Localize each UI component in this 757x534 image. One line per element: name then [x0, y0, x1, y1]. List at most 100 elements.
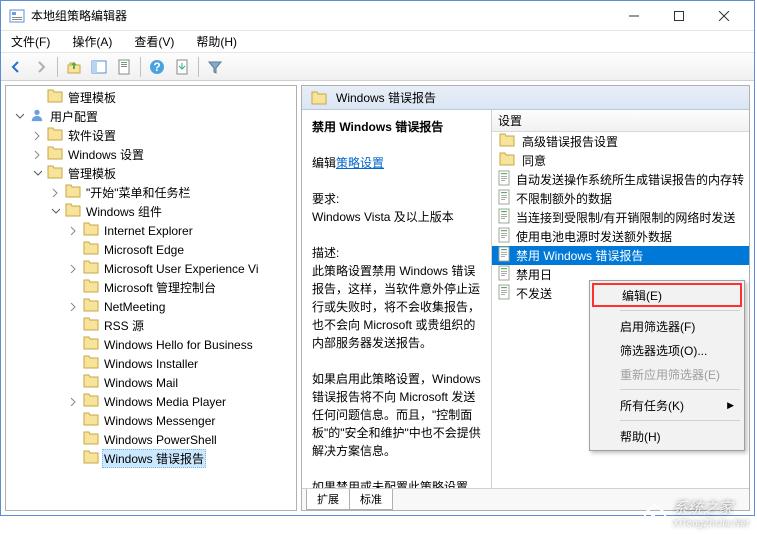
- tree-node-label: Windows Hello for Business: [102, 338, 255, 352]
- expander-icon[interactable]: [12, 110, 26, 124]
- menu-file[interactable]: 文件(F): [7, 31, 54, 52]
- context-menu-item[interactable]: 编辑(E): [592, 283, 742, 307]
- app-icon: [9, 8, 25, 24]
- description-p2: 如果启用此策略设置，Windows 错误报告将不向 Microsoft 发送任何…: [312, 372, 481, 458]
- context-menu-item[interactable]: 重新应用筛选器(E): [592, 362, 742, 386]
- tree-panel[interactable]: 管理模板用户配置软件设置Windows 设置管理模板"开始"菜单和任务栏Wind…: [5, 85, 297, 511]
- menu-view[interactable]: 查看(V): [130, 31, 178, 52]
- tree-node[interactable]: 用户配置: [6, 107, 296, 126]
- titlebar: 本地组策略编辑器: [1, 1, 754, 31]
- expander-icon[interactable]: [30, 167, 44, 181]
- tree-node[interactable]: Windows Installer: [6, 354, 296, 373]
- folder-icon: [44, 127, 66, 144]
- list-item-label: 不发送: [516, 285, 552, 302]
- list-item[interactable]: 不限制额外的数据: [492, 189, 749, 208]
- list-item[interactable]: 高级错误报告设置: [492, 132, 749, 151]
- up-button[interactable]: [63, 56, 85, 78]
- close-button[interactable]: [701, 2, 746, 30]
- list-item-label: 自动发送操作系统所生成错误报告的内存转: [516, 171, 744, 188]
- context-menu-separator: [620, 310, 740, 311]
- list-item[interactable]: 自动发送操作系统所生成错误报告的内存转: [492, 170, 749, 189]
- expander-icon[interactable]: [66, 300, 80, 314]
- tree-node[interactable]: Windows 设置: [6, 145, 296, 164]
- tree-node[interactable]: Windows Mail: [6, 373, 296, 392]
- tree-node[interactable]: RSS 源: [6, 316, 296, 335]
- tree-node[interactable]: Windows 错误报告: [6, 449, 296, 468]
- tab-extended[interactable]: 扩展: [306, 489, 350, 510]
- folder-icon: [80, 374, 102, 391]
- policy-title: 禁用 Windows 错误报告: [312, 120, 443, 134]
- back-button[interactable]: [5, 56, 27, 78]
- edit-policy-link[interactable]: 策略设置: [336, 156, 384, 170]
- expander-icon[interactable]: [30, 148, 44, 162]
- tree-node[interactable]: Windows Messenger: [6, 411, 296, 430]
- context-menu-item[interactable]: 所有任务(K)▶: [592, 393, 742, 417]
- expander-icon[interactable]: [66, 414, 80, 428]
- tree-node[interactable]: Microsoft User Experience Vi: [6, 259, 296, 278]
- menubar: 文件(F) 操作(A) 查看(V) 帮助(H): [1, 31, 754, 53]
- forward-button[interactable]: [30, 56, 52, 78]
- context-menu-item[interactable]: 筛选器选项(O)...: [592, 338, 742, 362]
- help-button[interactable]: ?: [146, 56, 168, 78]
- tree-node[interactable]: Windows PowerShell: [6, 430, 296, 449]
- tree-node-label: NetMeeting: [102, 300, 167, 314]
- expander-icon[interactable]: [66, 281, 80, 295]
- folder-icon: [80, 222, 102, 239]
- expander-icon[interactable]: [30, 129, 44, 143]
- setting-icon: [496, 265, 512, 284]
- folder-icon: [80, 298, 102, 315]
- list-item[interactable]: 当连接到受限制/有开销限制的网络时发送: [492, 208, 749, 227]
- expander-icon[interactable]: [48, 205, 62, 219]
- folder-icon: [80, 260, 102, 277]
- expander-icon[interactable]: [66, 452, 80, 466]
- tab-standard[interactable]: 标准: [349, 489, 393, 510]
- folder-icon: [44, 146, 66, 163]
- submenu-arrow-icon: ▶: [727, 400, 734, 411]
- expander-icon[interactable]: [30, 91, 44, 105]
- tree-node-label: Windows PowerShell: [102, 433, 219, 447]
- tree-node[interactable]: Windows 组件: [6, 202, 296, 221]
- tree-node[interactable]: NetMeeting: [6, 297, 296, 316]
- expander-icon[interactable]: [66, 433, 80, 447]
- export-button[interactable]: [171, 56, 193, 78]
- description-column: 禁用 Windows 错误报告 编辑策略设置 要求: Windows Vista…: [302, 110, 492, 488]
- expander-icon[interactable]: [66, 357, 80, 371]
- menu-action[interactable]: 操作(A): [68, 31, 116, 52]
- expander-icon[interactable]: [66, 338, 80, 352]
- expander-icon[interactable]: [48, 186, 62, 200]
- expander-icon[interactable]: [66, 395, 80, 409]
- list-item[interactable]: 使用电池电源时发送额外数据: [492, 227, 749, 246]
- list-item[interactable]: 同意: [492, 151, 749, 170]
- show-hide-tree-button[interactable]: [88, 56, 110, 78]
- filter-button[interactable]: [204, 56, 226, 78]
- tree-node[interactable]: 管理模板: [6, 88, 296, 107]
- expander-icon[interactable]: [66, 319, 80, 333]
- tree-node[interactable]: Windows Media Player: [6, 392, 296, 411]
- properties-button[interactable]: [113, 56, 135, 78]
- tree-node-label: 软件设置: [66, 127, 118, 144]
- tree-node[interactable]: Microsoft Edge: [6, 240, 296, 259]
- list-column-header[interactable]: 设置: [492, 110, 749, 132]
- tree-node[interactable]: Internet Explorer: [6, 221, 296, 240]
- tree-node[interactable]: 软件设置: [6, 126, 296, 145]
- tree-node-label: RSS 源: [102, 317, 146, 334]
- description-p1: 此策略设置禁用 Windows 错误报告，这样，当软件意外停止运行或失败时，将不…: [312, 264, 480, 350]
- context-menu-item[interactable]: 启用筛选器(F): [592, 314, 742, 338]
- folder-icon: [62, 203, 84, 220]
- expander-icon[interactable]: [66, 224, 80, 238]
- maximize-button[interactable]: [656, 2, 701, 30]
- tree-node[interactable]: "开始"菜单和任务栏: [6, 183, 296, 202]
- minimize-button[interactable]: [611, 2, 656, 30]
- tree-node[interactable]: Microsoft 管理控制台: [6, 278, 296, 297]
- expander-icon[interactable]: [66, 262, 80, 276]
- expander-icon[interactable]: [66, 243, 80, 257]
- tree-node[interactable]: Windows Hello for Business: [6, 335, 296, 354]
- tree-node-label: Internet Explorer: [102, 224, 195, 238]
- context-menu-item[interactable]: 帮助(H): [592, 424, 742, 448]
- menu-help[interactable]: 帮助(H): [192, 31, 241, 52]
- folder-icon: [80, 355, 102, 372]
- list-item[interactable]: 禁用 Windows 错误报告: [492, 246, 749, 265]
- tree-node[interactable]: 管理模板: [6, 164, 296, 183]
- folder-icon: [44, 89, 66, 106]
- expander-icon[interactable]: [66, 376, 80, 390]
